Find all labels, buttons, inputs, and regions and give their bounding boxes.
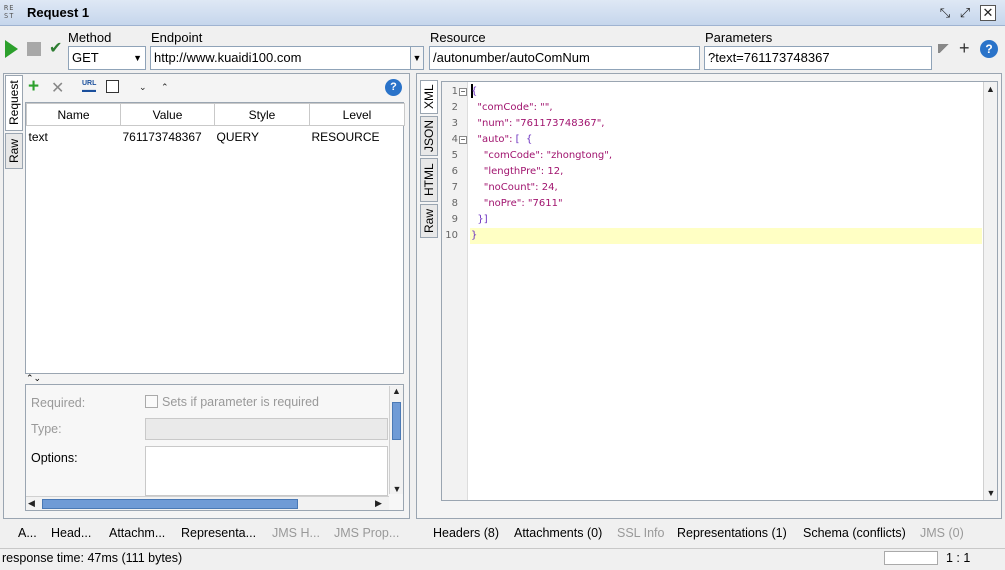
line-numbers: 1 2 3 4 5 6 7 8 9 10 [444, 84, 458, 244]
params-table: Name Value Style Level text 761173748367… [26, 103, 405, 148]
revert-icon[interactable] [106, 80, 119, 93]
options-label: Options: [31, 451, 78, 465]
column-header-value[interactable]: Value [120, 103, 215, 126]
param-style[interactable]: QUERY [215, 126, 310, 148]
resource-field[interactable]: /autonumber/autoComNum [429, 46, 700, 70]
line-number: 8 [451, 198, 458, 209]
param-value[interactable]: 761173748367 [121, 126, 215, 148]
window-title: Request 1 [27, 5, 90, 20]
fold-icon[interactable]: − [459, 136, 467, 144]
tab-headers-response[interactable]: Headers (8) [433, 526, 499, 540]
resource-label: Resource [430, 30, 486, 45]
line-number: 7 [451, 182, 458, 193]
details-scrollbar[interactable]: ▲ ▼ [389, 386, 403, 494]
code-line: { [471, 86, 478, 97]
tab-headers-request[interactable]: Head... [51, 526, 91, 540]
column-header-name[interactable]: Name [26, 103, 121, 126]
table-row[interactable]: text 761173748367 QUERY RESOURCE [27, 126, 405, 148]
response-time: response time: 47ms (111 bytes) [2, 551, 183, 565]
line-number: 5 [451, 150, 458, 161]
tab-representations-request[interactable]: Representa... [181, 526, 256, 540]
code-line: "num": "761173748367", [477, 118, 605, 129]
tab-auth[interactable]: A... [18, 526, 37, 540]
help-icon-params[interactable]: ? [385, 79, 402, 96]
tab-json[interactable]: JSON [420, 116, 438, 156]
stop-icon[interactable] [27, 42, 41, 56]
add-icon[interactable]: + [28, 77, 39, 97]
delete-icon[interactable]: ✕ [51, 78, 64, 98]
required-label: Required: [31, 396, 86, 410]
response-json[interactable]: { "comCode": "", "num": "761173748367", … [471, 84, 612, 244]
close-icon[interactable]: ✕ [980, 5, 996, 21]
required-checkbox-label: Sets if parameter is required [162, 395, 320, 409]
tab-attachments-request[interactable]: Attachm... [109, 526, 165, 540]
rest-icon: RE ST [4, 4, 15, 20]
code-line: }] [477, 214, 488, 225]
tab-schema[interactable]: Schema (conflicts) [803, 526, 906, 540]
tab-jms-headers[interactable]: JMS H... [272, 526, 320, 540]
param-name[interactable]: text [27, 126, 121, 148]
splitter-arrows-icon[interactable]: ⌃⌄ [26, 374, 41, 383]
line-number: 1 [451, 86, 458, 97]
method-label: Method [68, 30, 112, 45]
help-icon[interactable]: ? [980, 40, 998, 58]
type-field[interactable] [145, 418, 388, 440]
code-line: "auto": [ { [477, 134, 533, 145]
code-line: "noPre": "7611" [483, 198, 563, 209]
line-number: 9 [451, 214, 458, 225]
line-number: 4 [451, 134, 458, 145]
move-down-icon[interactable]: ⌄ [139, 82, 147, 93]
parameters-field[interactable]: ?text=761173748367 [704, 46, 932, 70]
line-number: 10 [445, 230, 458, 241]
tab-representations-response[interactable]: Representations (1) [677, 526, 787, 540]
progress-indicator [884, 551, 938, 565]
column-header-level[interactable]: Level [309, 103, 405, 126]
code-line: } [471, 230, 478, 241]
check-icon[interactable]: ✔ [49, 38, 62, 58]
tab-raw-response[interactable]: Raw [420, 204, 438, 238]
tab-xml[interactable]: XML [420, 80, 438, 114]
fold-icon[interactable]: − [459, 88, 467, 96]
params-table-area: Name Value Style Level text 761173748367… [25, 102, 405, 374]
parameters-label: Parameters [705, 30, 773, 45]
title-bar: RE ST Request 1 ⤡ ⤢ ✕ [0, 0, 1005, 26]
tab-attachments-response[interactable]: Attachments (0) [514, 526, 602, 540]
endpoint-label: Endpoint [151, 30, 203, 45]
response-scrollbar[interactable]: ▲ ▼ [983, 82, 997, 500]
wadl-icon[interactable] [938, 44, 951, 53]
url-encode-icon[interactable]: URL ▬▬ [82, 80, 96, 94]
type-label: Type: [31, 422, 62, 436]
tab-jms-response[interactable]: JMS (0) [920, 526, 964, 540]
line-number: 2 [451, 102, 458, 113]
details-hscrollbar[interactable]: ◀ ▶ [26, 496, 389, 510]
cursor-position: 1 : 1 [946, 551, 971, 565]
method-value: GET [72, 50, 99, 65]
method-select[interactable]: GET ▼ [68, 46, 146, 70]
run-icon[interactable] [5, 40, 18, 58]
code-line: "comCode": "zhongtong", [483, 150, 613, 161]
tab-raw-request[interactable]: Raw [5, 133, 23, 169]
endpoint-field[interactable]: http://www.kuaidi100.com [150, 46, 411, 70]
move-up-icon[interactable]: ⌃ [161, 82, 169, 93]
column-header-style[interactable]: Style [214, 103, 310, 126]
param-level[interactable]: RESOURCE [310, 126, 405, 148]
code-line: "comCode": "", [477, 102, 553, 113]
required-checkbox[interactable] [145, 395, 158, 408]
code-line: "lengthPre": 12, [483, 166, 564, 177]
tab-request[interactable]: Request [5, 75, 23, 131]
tab-html[interactable]: HTML [420, 158, 438, 202]
tab-jms-properties[interactable]: JMS Prop... [334, 526, 399, 540]
add-param-icon[interactable]: + [959, 38, 970, 59]
line-number: 6 [451, 166, 458, 177]
restore-icon[interactable]: ⤡ [936, 4, 954, 22]
detach-icon[interactable]: ⤢ [956, 4, 974, 22]
options-field[interactable] [145, 446, 388, 496]
chevron-down-icon: ▼ [133, 53, 142, 63]
code-line: "noCount": 24, [483, 182, 558, 193]
tab-ssl-info[interactable]: SSL Info [617, 526, 665, 540]
endpoint-dropdown-icon[interactable]: ▼ [410, 46, 424, 70]
line-number: 3 [451, 118, 458, 129]
